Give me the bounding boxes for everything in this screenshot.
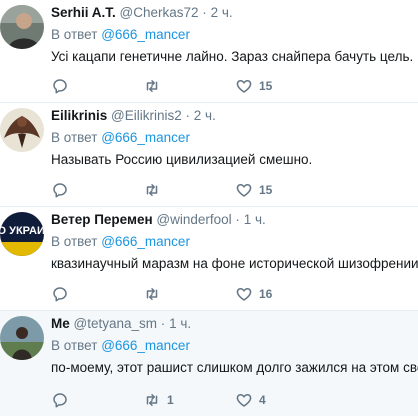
separator-dot: · bbox=[235, 212, 240, 227]
timestamp[interactable]: 1 ч. bbox=[169, 316, 191, 331]
reply-context: В ответ @666_mancer bbox=[51, 26, 414, 44]
retweet-icon bbox=[146, 80, 158, 92]
reply-context: В ответ @666_mancer bbox=[51, 129, 414, 147]
retweet-button[interactable] bbox=[143, 285, 235, 303]
tweet: Me @tetyana_sm · 1 ч. В ответ @666_mance… bbox=[0, 311, 418, 416]
like-count: 15 bbox=[259, 79, 273, 93]
reply-icon bbox=[53, 287, 67, 302]
retweet-button[interactable]: 1 bbox=[143, 391, 235, 409]
reply-button[interactable] bbox=[51, 181, 143, 199]
reply-context: В ответ @666_mancer bbox=[51, 233, 414, 251]
tweet-text: Усі кацапи генетичне лайно. Зараз снайпе… bbox=[51, 49, 414, 64]
retweet-icon bbox=[146, 184, 158, 196]
user-name[interactable]: Me bbox=[51, 316, 70, 331]
retweet-icon bbox=[146, 288, 158, 300]
avatar[interactable] bbox=[0, 108, 44, 152]
heart-icon bbox=[236, 394, 252, 407]
avatar[interactable] bbox=[0, 316, 44, 360]
user-name[interactable]: Ветер Перемен bbox=[51, 212, 153, 227]
like-button[interactable]: 16 bbox=[235, 285, 327, 303]
retweet-icon bbox=[146, 394, 158, 406]
avatar[interactable]: ЭТО УКРАИНА bbox=[0, 212, 44, 256]
user-handle[interactable]: @winderfool bbox=[156, 212, 231, 227]
tweet: ЭТО УКРАИНА Ветер Перемен @winderfool · … bbox=[0, 207, 418, 311]
timestamp[interactable]: 2 ч. bbox=[211, 5, 233, 20]
reply-context: В ответ @666_mancer bbox=[51, 337, 414, 355]
tweet-text: квазинаучный маразм на фоне исторической… bbox=[51, 256, 418, 271]
reply-prefix: В ответ bbox=[51, 338, 98, 353]
avatar[interactable] bbox=[0, 5, 44, 49]
reply-icon bbox=[53, 79, 67, 94]
timestamp[interactable]: 2 ч. bbox=[194, 108, 216, 123]
reply-icon bbox=[53, 183, 67, 198]
like-count: 4 bbox=[259, 393, 266, 407]
heart-icon bbox=[236, 80, 252, 93]
like-button[interactable]: 15 bbox=[235, 181, 327, 199]
reply-icon bbox=[53, 393, 67, 408]
tweet-text: по-моему, этот рашист слишком долго зажи… bbox=[51, 360, 418, 375]
reply-mention[interactable]: @666_mancer bbox=[101, 234, 190, 249]
user-name[interactable]: Eilikrinis bbox=[51, 108, 107, 123]
reply-button[interactable] bbox=[51, 285, 143, 303]
reply-prefix: В ответ bbox=[51, 27, 98, 42]
retweet-button[interactable] bbox=[143, 77, 235, 95]
reply-prefix: В ответ bbox=[51, 234, 98, 249]
separator-dot: · bbox=[185, 108, 191, 123]
user-handle[interactable]: @tetyana_sm bbox=[74, 316, 158, 331]
retweet-count: 1 bbox=[167, 393, 174, 407]
reply-mention[interactable]: @666_mancer bbox=[101, 130, 190, 145]
reply-mention[interactable]: @666_mancer bbox=[101, 27, 190, 42]
like-button[interactable]: 4 bbox=[235, 391, 327, 409]
like-button[interactable]: 15 bbox=[235, 77, 327, 95]
retweet-button[interactable] bbox=[143, 181, 235, 199]
avatar-text: ЭТО УКРАИНА bbox=[0, 225, 44, 237]
timestamp[interactable]: 1 ч. bbox=[244, 212, 266, 227]
like-count: 16 bbox=[259, 287, 273, 301]
reply-mention[interactable]: @666_mancer bbox=[101, 338, 190, 353]
heart-icon bbox=[236, 184, 252, 197]
separator-dot: · bbox=[160, 316, 166, 331]
user-handle[interactable]: @Eilikrinis2 bbox=[111, 108, 182, 123]
tweet: Serhii A.T. @Cherkas72 · 2 ч. В ответ @6… bbox=[0, 0, 418, 103]
separator-dot: · bbox=[202, 5, 207, 20]
reply-button[interactable] bbox=[51, 391, 143, 409]
like-count: 15 bbox=[259, 183, 273, 197]
heart-icon bbox=[236, 288, 252, 301]
user-handle[interactable]: @Cherkas72 bbox=[120, 5, 199, 20]
tweet-text: Называть Россию цивилизацией смешно. bbox=[51, 152, 313, 167]
reply-prefix: В ответ bbox=[51, 130, 98, 145]
reply-button[interactable] bbox=[51, 77, 143, 95]
tweet: Eilikrinis @Eilikrinis2 · 2 ч. В ответ @… bbox=[0, 103, 418, 207]
user-name[interactable]: Serhii A.T. bbox=[51, 5, 116, 20]
